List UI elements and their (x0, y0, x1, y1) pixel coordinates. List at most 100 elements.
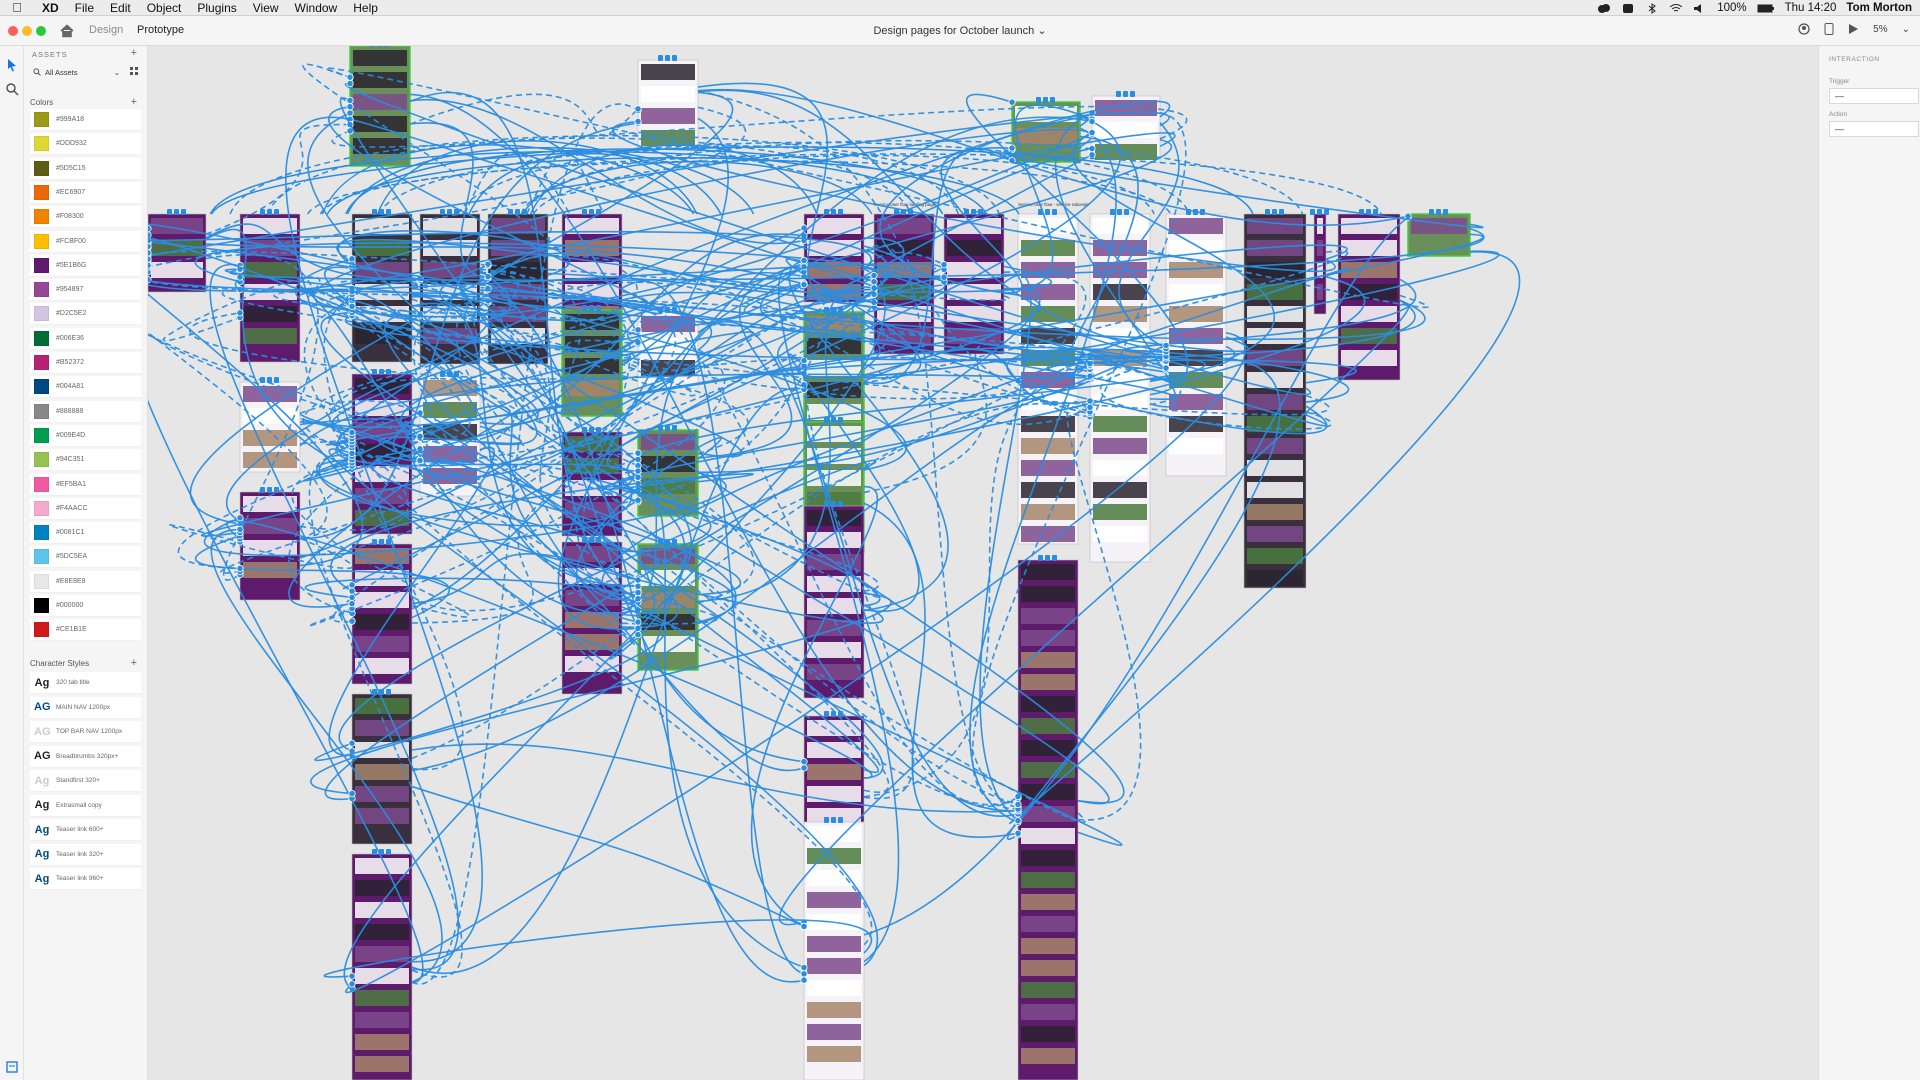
wire-connector-handle[interactable] (1200, 209, 1205, 215)
wire-connector-handle[interactable] (672, 55, 677, 61)
wire-connector-handle[interactable] (454, 371, 459, 377)
wire-connector-handle[interactable] (1193, 209, 1198, 215)
add-color-button[interactable]: + (131, 97, 137, 108)
artboard-content-block[interactable] (1021, 1026, 1075, 1042)
wire-connector-handle[interactable] (596, 427, 601, 433)
wire-connector-handle[interactable] (1052, 555, 1057, 561)
wire-connector-handle[interactable] (582, 209, 587, 215)
artboard-content-block[interactable] (1021, 608, 1075, 624)
artboard-content-block[interactable] (807, 958, 861, 974)
wire-endpoint-handle[interactable] (1088, 128, 1096, 137)
wire-connector-handle[interactable] (260, 377, 265, 383)
wire-connector-handle[interactable] (379, 689, 384, 695)
wire-endpoint-handle[interactable] (1014, 800, 1022, 809)
wire-connector-handle[interactable] (515, 209, 520, 215)
artboard-content-block[interactable] (1021, 828, 1075, 844)
wire-endpoint-handle[interactable] (1014, 829, 1022, 837)
wire-endpoint-handle[interactable] (634, 117, 642, 126)
play-icon[interactable] (1848, 23, 1859, 35)
color-swatch-row[interactable]: #CE1B1E (30, 619, 141, 642)
wire-connector-handle[interactable] (1359, 209, 1364, 215)
wire-connector-handle[interactable] (658, 425, 663, 431)
character-style-row[interactable]: AG TOP BAR NAV 1200px (30, 721, 141, 743)
artboard-content-block[interactable] (1021, 960, 1075, 976)
wire-endpoint-handle[interactable] (148, 261, 152, 269)
wire-endpoint-handle[interactable] (870, 271, 878, 280)
artboard-content-block[interactable] (1093, 438, 1147, 454)
wire-endpoint-handle[interactable] (346, 73, 354, 81)
color-swatch-row[interactable]: #EC6907 (30, 181, 141, 204)
color-swatch-row[interactable]: #5DC5EA (30, 546, 141, 569)
wire-endpoint-handle[interactable] (236, 309, 244, 317)
color-swatch-row[interactable]: #004A81 (30, 376, 141, 399)
prototype-wire[interactable] (226, 520, 873, 779)
wire-connector-handle[interactable] (267, 209, 272, 215)
wire-connector-handle[interactable] (1272, 209, 1277, 215)
wire-connector-handle[interactable] (824, 307, 829, 313)
wire-endpoint-handle[interactable] (346, 103, 354, 111)
apple-menu-icon[interactable]:  (0, 0, 34, 15)
wire-connector-handle[interactable] (824, 501, 829, 507)
artboard-content-block[interactable] (641, 86, 695, 102)
wire-connector-handle[interactable] (1045, 209, 1050, 215)
wire-connector-handle[interactable] (1038, 209, 1043, 215)
artboard-content-block[interactable] (355, 880, 409, 896)
zoom-tool-icon[interactable] (5, 82, 19, 96)
wire-connector-handle[interactable] (386, 209, 391, 215)
artboard-content-block[interactable] (1021, 740, 1075, 756)
wire-connector-handle[interactable] (824, 417, 829, 423)
wire-connector-handle[interactable] (1373, 209, 1378, 215)
wire-connector-handle[interactable] (824, 817, 829, 823)
wire-connector-handle[interactable] (582, 537, 587, 543)
artboard-content-block[interactable] (1021, 938, 1075, 954)
artboard-content-block[interactable] (1021, 762, 1075, 778)
wire-connector-handle[interactable] (386, 369, 391, 375)
wire-connector-handle[interactable] (658, 55, 663, 61)
asset-filter-dropdown[interactable]: All Assets ⌄ (30, 65, 122, 79)
color-swatch-row[interactable]: #006E36 (30, 327, 141, 350)
wire-endpoint-handle[interactable] (416, 456, 424, 465)
artboard-content-block[interactable] (565, 634, 619, 650)
wire-connector-handle[interactable] (1265, 209, 1270, 215)
menu-file[interactable]: File (67, 0, 102, 16)
color-swatch-row[interactable]: #DDD932 (30, 133, 141, 156)
wire-connector-handle[interactable] (386, 539, 391, 545)
character-style-row[interactable]: Ag Teaser link 320+ (30, 843, 141, 866)
wire-connector-handle[interactable] (838, 307, 843, 313)
artboard-content-block[interactable] (1021, 240, 1075, 256)
color-swatch-row[interactable]: #999A18 (30, 109, 141, 131)
artboard-content-block[interactable] (355, 466, 409, 482)
trigger-dropdown[interactable]: — (1829, 88, 1919, 104)
wire-connector-handle[interactable] (665, 425, 670, 431)
wire-endpoint-handle[interactable] (1014, 817, 1022, 825)
wire-connector-handle[interactable] (971, 209, 976, 215)
color-swatch-row[interactable]: #E8E8E8 (30, 570, 141, 593)
artboard-content-block[interactable] (1021, 894, 1075, 910)
artboard-content-block[interactable] (355, 742, 409, 758)
wire-connector-handle[interactable] (447, 209, 452, 215)
wire-endpoint-handle[interactable] (800, 970, 808, 978)
wire-endpoint-handle[interactable] (800, 963, 808, 972)
wire-endpoint-handle[interactable] (348, 600, 356, 608)
color-swatch-row[interactable]: #B52372 (30, 352, 141, 374)
wire-endpoint-handle[interactable] (348, 972, 356, 980)
wire-connector-handle[interactable] (267, 487, 272, 493)
wire-connector-handle[interactable] (1123, 91, 1128, 97)
wire-endpoint-handle[interactable] (1086, 397, 1094, 405)
wire-endpoint-handle[interactable] (348, 980, 356, 988)
artboard-content-block[interactable] (1021, 850, 1075, 866)
artboard-content-block[interactable] (807, 892, 861, 908)
wire-connector-handle[interactable] (1052, 209, 1057, 215)
wire-endpoint-handle[interactable] (1162, 364, 1170, 372)
prototype-wiring[interactable]: Service user flow landing page Service us… (148, 46, 1818, 1080)
menu-help[interactable]: Help (345, 0, 386, 16)
wire-endpoint-handle[interactable] (800, 976, 808, 984)
wire-connector-handle[interactable] (372, 369, 377, 375)
artboard-content-block[interactable] (1341, 240, 1397, 256)
wire-connector-handle[interactable] (589, 305, 594, 311)
color-swatch-row[interactable]: #954897 (30, 279, 141, 302)
wire-endpoint-handle[interactable] (236, 525, 244, 533)
menu-plugins[interactable]: Plugins (189, 0, 244, 16)
wire-connector-handle[interactable] (181, 209, 186, 215)
wire-endpoint-handle[interactable] (236, 564, 244, 572)
